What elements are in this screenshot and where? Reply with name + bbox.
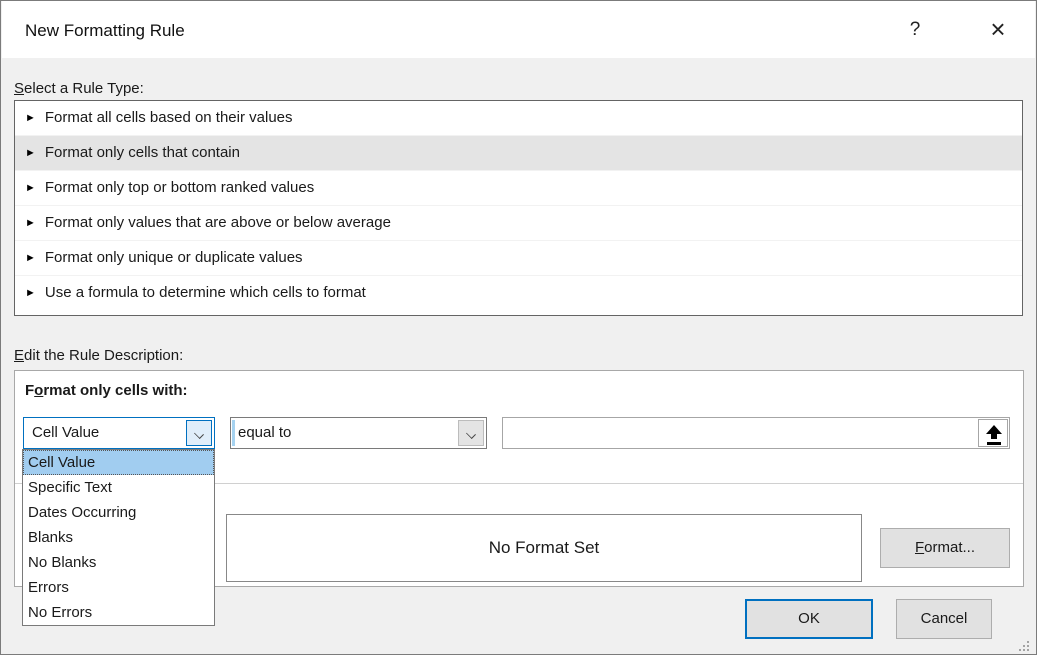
rule-type-item-cell-values[interactable]: ►Format all cells based on their values (15, 101, 1022, 136)
item-arrow-icon: ► (25, 112, 36, 124)
item-arrow-icon: ► (25, 147, 36, 159)
dropdown-option-blanks[interactable]: Blanks (23, 525, 214, 550)
rule-type-item-top-bottom[interactable]: ►Format only top or bottom ranked values (15, 171, 1022, 206)
cell-type-dropdown-list: Cell Value Specific Text Dates Occurring… (22, 449, 215, 626)
format-button[interactable]: Format... (880, 528, 1010, 568)
operator-combobox[interactable]: equal to (230, 417, 487, 449)
help-icon[interactable]: ? (897, 15, 933, 45)
rule-type-list: ►Format all cells based on their values … (14, 100, 1023, 316)
rule-type-item-above-below-average[interactable]: ►Format only values that are above or be… (15, 206, 1022, 241)
value-input[interactable] (504, 419, 974, 447)
item-arrow-icon: ► (25, 252, 36, 264)
new-formatting-rule-dialog: New Formatting Rule ? × Select a Rule Ty… (0, 0, 1037, 655)
dropdown-option-errors[interactable]: Errors (23, 575, 214, 600)
rule-type-item-unique-duplicate[interactable]: ►Format only unique or duplicate values (15, 241, 1022, 276)
cell-type-combobox[interactable]: Cell Value (23, 417, 215, 449)
item-arrow-icon: ► (25, 182, 36, 194)
ok-button[interactable]: OK (745, 599, 873, 639)
rule-type-item-cells-that-contain[interactable]: ►Format only cells that contain (15, 136, 1022, 171)
chevron-down-icon (195, 430, 203, 438)
item-arrow-icon: ► (25, 287, 36, 299)
resize-grip[interactable] (1017, 639, 1031, 653)
text-caret (232, 420, 235, 446)
dropdown-option-no-blanks[interactable]: No Blanks (23, 550, 214, 575)
title-bar: New Formatting Rule ? × (2, 1, 1035, 58)
dropdown-option-specific-text[interactable]: Specific Text (23, 475, 214, 500)
cancel-button[interactable]: Cancel (896, 599, 992, 639)
dropdown-option-no-errors[interactable]: No Errors (23, 600, 214, 625)
cell-type-dropdown-button[interactable] (186, 420, 212, 446)
format-only-cells-with-label: Format only cells with: (25, 382, 188, 399)
operator-dropdown-button[interactable] (458, 420, 484, 446)
dropdown-option-dates-occurring[interactable]: Dates Occurring (23, 500, 214, 525)
dropdown-option-cell-value[interactable]: Cell Value (23, 450, 214, 475)
item-arrow-icon: ► (25, 217, 36, 229)
collapse-range-icon (985, 425, 1003, 447)
cell-type-combobox-value: Cell Value (32, 418, 99, 448)
format-preview: No Format Set (226, 514, 862, 582)
dialog-title: New Formatting Rule (25, 21, 185, 41)
rule-type-label: Select a Rule Type: (14, 80, 144, 97)
close-icon[interactable]: × (977, 11, 1019, 47)
chevron-down-icon (467, 430, 475, 438)
operator-combobox-value: equal to (238, 418, 291, 448)
value-reference-field (502, 417, 1010, 449)
rule-description-label: Edit the Rule Description: (14, 347, 183, 364)
collapse-dialog-button[interactable] (978, 419, 1008, 447)
rule-type-item-formula[interactable]: ►Use a formula to determine which cells … (15, 276, 1022, 310)
